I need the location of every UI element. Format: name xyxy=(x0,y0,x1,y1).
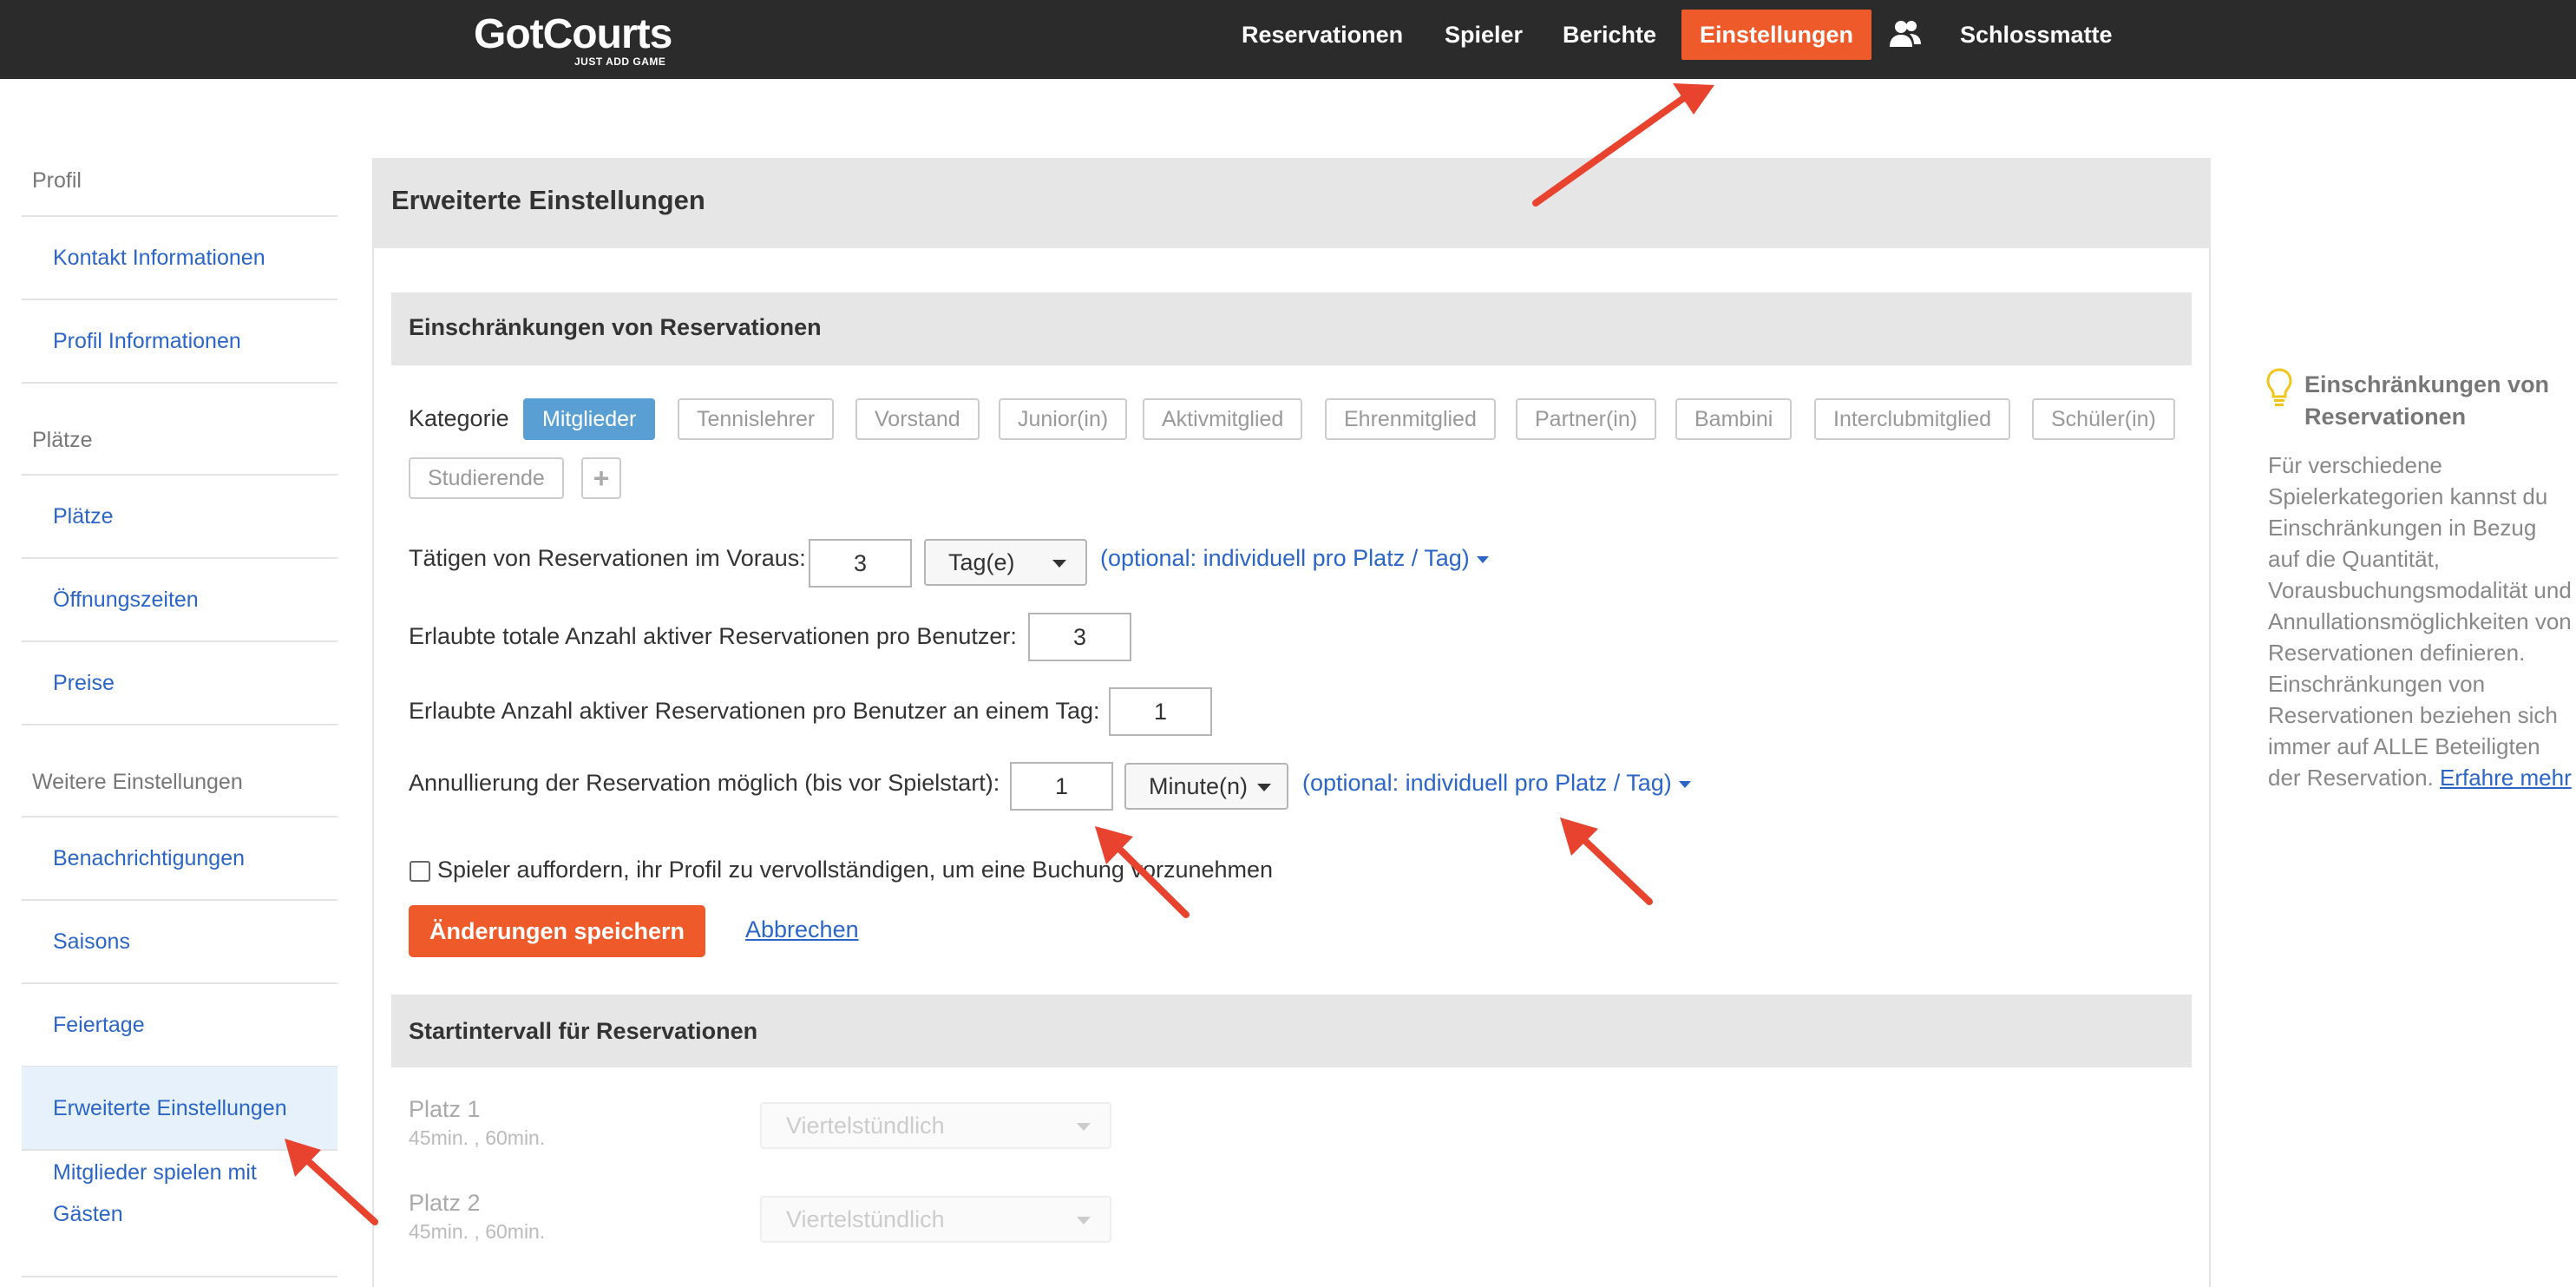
advance-booking-label: Tätigen von Reservationen im Voraus: xyxy=(409,545,806,571)
cancellation-input[interactable] xyxy=(1010,762,1113,811)
sidebar-header-courts: Plätze xyxy=(32,428,93,452)
sidebar-item-members-with-guests[interactable]: Mitglieder spielen mit Gästen xyxy=(22,1150,338,1275)
arrowhead xyxy=(1673,83,1714,115)
sidebar-item-label: Gästen xyxy=(53,1202,123,1226)
add-category-button[interactable]: + xyxy=(581,457,621,499)
sidebar-item-prices[interactable]: Preise xyxy=(22,641,338,725)
category-chip-partners[interactable]: Partner(in) xyxy=(1516,398,1657,440)
nav-club-name[interactable]: Schlossmatte xyxy=(1960,10,2113,60)
cancellation-optional-link[interactable]: (optional: individuell pro Platz / Tag) xyxy=(1302,770,1691,797)
advance-booking-input[interactable] xyxy=(809,539,912,588)
plus-icon: + xyxy=(593,463,610,494)
select-value: Viertelstündlich xyxy=(786,1113,945,1139)
category-chip-board[interactable]: Vorstand xyxy=(855,398,980,440)
logo-wordmark: GotCourts xyxy=(474,11,672,57)
sidebar-item-seasons[interactable]: Saisons xyxy=(22,900,338,983)
caret-down-icon xyxy=(1476,555,1489,563)
advance-booking-unit-select[interactable]: Tag(e) xyxy=(924,539,1087,586)
court-name: Platz 2 xyxy=(409,1190,481,1216)
category-chip-bambini[interactable]: Bambini xyxy=(1675,398,1793,440)
sidebar-header-more-settings: Weitere Einstellungen xyxy=(32,770,243,794)
optional-link-label: (optional: individuell pro Platz / Tag) xyxy=(1100,545,1470,571)
total-reservations-label: Erlaubte totale Anzahl aktiver Reservati… xyxy=(409,623,1017,649)
sidebar-item-opening-hours[interactable]: Öffnungszeiten xyxy=(22,558,338,641)
sidebar-item-contact-info[interactable]: Kontakt Informationen xyxy=(22,216,338,299)
sidebar-item-courts[interactable]: Plätze xyxy=(22,475,338,558)
category-chip-students-school[interactable]: Schüler(in) xyxy=(2032,398,2175,440)
cancellation-unit-select[interactable]: Minute(n) xyxy=(1124,763,1288,810)
gotcourts-logo[interactable]: GotCourts JUST ADD GAME xyxy=(474,10,691,71)
save-changes-button[interactable]: Änderungen speichern xyxy=(409,905,705,957)
nav-settings[interactable]: Einstellungen xyxy=(1681,10,1872,60)
info-panel-text: Für verschiedene Spielerkategorien kanns… xyxy=(2268,450,2573,793)
top-navigation-bar: GotCourts JUST ADD GAME Reservationen Sp… xyxy=(0,0,2576,79)
page-title: Erweiterte Einstellungen xyxy=(391,185,705,215)
select-value: Viertelstündlich xyxy=(786,1206,945,1232)
chevron-down-icon xyxy=(1257,784,1271,791)
cancel-link[interactable]: Abbrechen xyxy=(745,916,859,943)
chevron-down-icon xyxy=(1052,560,1066,568)
sidebar-divider xyxy=(22,1276,338,1277)
category-chip-active-members[interactable]: Aktivmitglied xyxy=(1143,398,1303,440)
chevron-down-icon xyxy=(1077,1123,1091,1131)
restrictions-section-title: Einschränkungen von Reservationen xyxy=(409,314,822,340)
total-reservations-input[interactable] xyxy=(1028,613,1131,661)
court-name: Platz 1 xyxy=(409,1096,481,1122)
cancellation-label: Annullierung der Reservation möglich (bi… xyxy=(409,770,1000,796)
advance-booking-optional-link[interactable]: (optional: individuell pro Platz / Tag) xyxy=(1100,545,1489,572)
start-interval-section-title: Startintervall für Reservationen xyxy=(409,1018,758,1044)
sidebar-divider xyxy=(22,382,338,384)
category-chip-interclub-members[interactable]: Interclubmitglied xyxy=(1814,398,2011,440)
complete-profile-label: Spieler auffordern, ihr Profil zu vervol… xyxy=(437,857,1274,883)
category-chip-students[interactable]: Studierende xyxy=(409,457,564,499)
select-value: Tag(e) xyxy=(948,549,1015,575)
sidebar-divider xyxy=(22,724,338,726)
chevron-down-icon xyxy=(1077,1217,1091,1225)
court-durations: 45min. , 60min. xyxy=(409,1126,546,1149)
optional-link-label: (optional: individuell pro Platz / Tag) xyxy=(1302,770,1672,796)
court-interval-select[interactable]: Viertelstündlich xyxy=(760,1196,1111,1243)
select-value: Minute(n) xyxy=(1149,773,1249,799)
category-chip-members[interactable]: Mitglieder xyxy=(523,398,656,440)
info-title: Einschränkungen von Reservationen xyxy=(2304,371,2550,430)
category-chip-honorary-members[interactable]: Ehrenmitglied xyxy=(1325,398,1496,440)
court-interval-select[interactable]: Viertelstündlich xyxy=(760,1102,1111,1149)
sidebar-item-profile-info[interactable]: Profil Informationen xyxy=(22,299,338,383)
category-label: Kategorie xyxy=(409,405,509,431)
logo-tagline: JUST ADD GAME xyxy=(574,56,666,68)
sidebar-item-label: Mitglieder spielen mit xyxy=(53,1160,257,1185)
sidebar-item-notifications[interactable]: Benachrichtigungen xyxy=(22,817,338,900)
users-icon[interactable] xyxy=(1889,19,1922,49)
nav-reports[interactable]: Berichte xyxy=(1563,10,1656,60)
nav-reservations[interactable]: Reservationen xyxy=(1242,10,1403,60)
complete-profile-checkbox[interactable] xyxy=(410,861,430,882)
per-day-reservations-input[interactable] xyxy=(1109,687,1212,736)
info-description: Für verschiedene Spielerkategorien kanns… xyxy=(2268,452,2572,791)
sidebar-item-holidays[interactable]: Feiertage xyxy=(22,983,338,1067)
sidebar-header-profile: Profil xyxy=(32,168,82,193)
category-chip-tennis-teachers[interactable]: Tennislehrer xyxy=(678,398,835,440)
sidebar-item-advanced-settings[interactable]: Erweiterte Einstellungen xyxy=(22,1067,338,1150)
caret-down-icon xyxy=(1678,780,1691,788)
lightbulb-icon xyxy=(2266,368,2292,406)
per-day-reservations-label: Erlaubte Anzahl aktiver Reservationen pr… xyxy=(409,698,1100,724)
court-durations: 45min. , 60min. xyxy=(409,1220,546,1243)
category-chip-juniors[interactable]: Junior(in) xyxy=(999,398,1128,440)
nav-players[interactable]: Spieler xyxy=(1445,10,1523,60)
learn-more-link[interactable]: Erfahre mehr xyxy=(2440,765,2572,791)
